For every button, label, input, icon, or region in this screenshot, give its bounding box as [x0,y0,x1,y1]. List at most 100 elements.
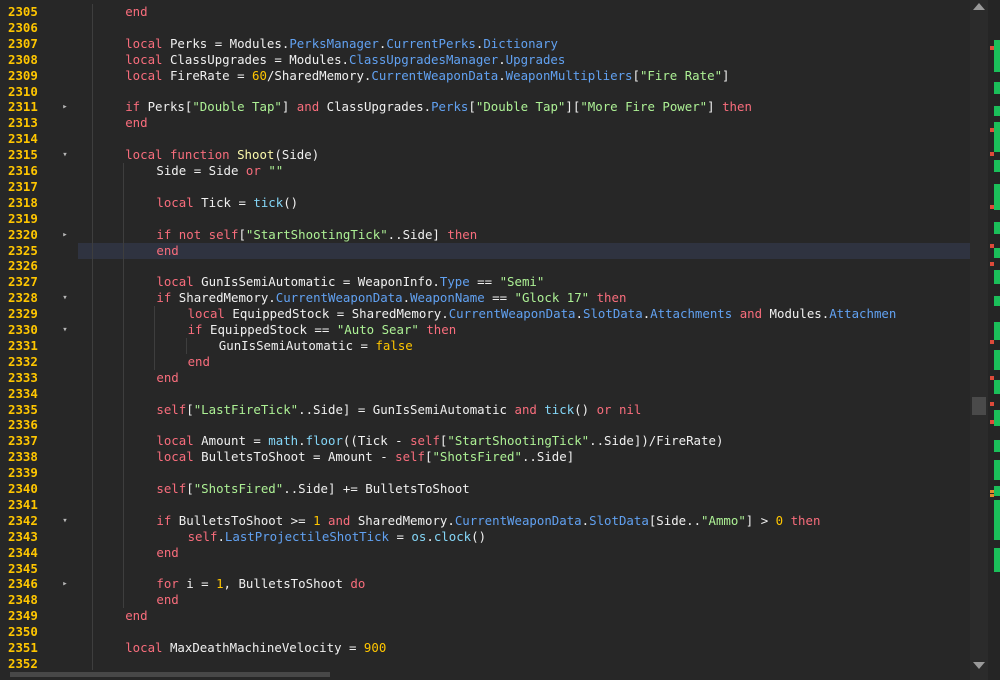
code-line[interactable] [78,497,970,513]
line-number: 2340 [0,481,78,497]
code-line[interactable]: end [78,354,970,370]
code-token: "Double Tap" [192,99,282,115]
fold-expanded-icon[interactable]: ▾ [60,322,70,338]
code-line[interactable]: GunIsSemiAutomatic = false [78,338,970,354]
code-line[interactable]: if not self["StartShootingTick"..Side] t… [78,227,970,243]
code-line[interactable] [78,179,970,195]
minimap-mark [994,248,1000,258]
line-number: 2327 [0,274,78,290]
minimap-mark [994,350,1000,370]
code-line[interactable]: if BulletsToShoot >= 1 and SharedMemory.… [78,513,970,529]
line-number-text: 2334 [8,385,38,401]
script-minimap[interactable] [988,0,1000,680]
minimap-marker [990,490,994,493]
horizontal-scrollbar[interactable] [0,670,970,680]
code-token: [ [632,67,640,83]
code-line[interactable] [78,417,970,433]
scrollbar-thumb[interactable] [972,397,986,415]
code-line[interactable]: end [78,592,970,608]
code-token: ..Side])/FireRate) [589,433,724,449]
line-number-text: 2341 [8,496,38,512]
scroll-down-arrow-icon[interactable] [973,662,985,669]
fold-collapsed-icon[interactable]: ▸ [60,227,70,243]
code-line[interactable]: if SharedMemory.CurrentWeaponData.Weapon… [78,290,970,306]
code-line[interactable]: local BulletsToShoot = Amount - self["Sh… [78,449,970,465]
code-token: if [187,322,210,337]
horizontal-scrollbar-thumb[interactable] [10,672,330,677]
code-line[interactable]: local Tick = tick() [78,195,970,211]
code-line[interactable]: end [78,608,970,624]
code-token: self [395,449,425,465]
line-number-text: 2316 [8,163,38,178]
line-number-text: 2345 [8,560,38,576]
line-number: 2350 [0,624,78,640]
code-line[interactable]: local MaxDeathMachineVelocity = 900 [78,640,970,656]
code-line[interactable]: end [78,4,970,20]
fold-expanded-icon[interactable]: ▾ [60,147,70,163]
line-number-text: 2339 [8,465,38,481]
line-number-text: 2331 [8,337,38,353]
code-token: "More Fire Power" [580,99,708,115]
code-line[interactable]: local ClassUpgrades = Modules.ClassUpgra… [78,52,970,68]
code-line[interactable]: if EquippedStock == "Auto Sear" then [78,322,970,338]
code-line[interactable]: local Perks = Modules.PerksManager.Curre… [78,36,970,52]
line-number-text: 2329 [8,306,38,322]
minimap-marker [990,262,994,266]
code-line[interactable]: end [78,370,970,386]
fold-expanded-icon[interactable]: ▾ [60,513,70,529]
fold-collapsed-icon[interactable]: ▸ [60,576,70,592]
line-number: 2334 [0,386,78,402]
code-line[interactable]: self["LastFireTick"..Side] = GunIsSemiAu… [78,402,970,418]
code-line[interactable] [78,20,970,36]
code-token: ] [707,99,723,115]
code-line[interactable] [78,131,970,147]
code-token: local [187,306,233,322]
code-token: Type [439,274,470,290]
line-number: 2308 [0,52,78,68]
minimap-marker [990,376,994,380]
code-line[interactable]: if Perks["Double Tap"] and ClassUpgrades… [78,99,970,115]
code-line[interactable]: Side = Side or "" [78,163,970,179]
fold-collapsed-icon[interactable]: ▸ [60,99,70,115]
code-token: () [471,528,487,544]
code-line[interactable]: local function Shoot(Side) [78,147,970,163]
code-token: LastProjectileShotTick [224,528,390,544]
code-line[interactable] [78,624,970,640]
line-number-text: 2343 [8,528,38,544]
code-line[interactable]: end [78,115,970,131]
line-number: 2329 [0,306,78,322]
vertical-scrollbar[interactable] [970,0,988,680]
scroll-up-arrow-icon[interactable] [973,3,985,10]
current-code-line[interactable]: end [78,242,970,259]
code-line[interactable]: local FireRate = 60/SharedMemory.Current… [78,68,970,84]
code-token: for [156,576,187,592]
code-line[interactable]: self["ShotsFired"..Side] += BulletsToSho… [78,481,970,497]
code-token: local [125,51,170,67]
code-line[interactable] [78,211,970,227]
code-line[interactable]: for i = 1, BulletsToShoot do [78,576,970,592]
code-token: = [389,528,412,544]
script-editor[interactable]: 2305 2306 2307 2308 2309 2310 2311 ▸ 2313 2314 231… [0,0,1000,680]
code-token: self [410,433,440,449]
code-area[interactable]: end local Perks = Modules.PerksManager.Cu… [78,0,970,680]
code-token: PerksManager [289,35,379,51]
code-line[interactable]: local EquippedStock = SharedMemory.Curre… [78,306,970,322]
code-line[interactable]: self.LastProjectileShotTick = os.clock() [78,529,970,545]
code-token: BulletsToShoot = Amount - [201,449,396,465]
code-line[interactable] [78,386,970,402]
code-line[interactable] [78,465,970,481]
line-number-text: 2306 [8,19,38,35]
code-line[interactable]: local Amount = math.floor((Tick - self["… [78,433,970,449]
code-line[interactable] [78,84,970,100]
fold-expanded-icon[interactable]: ▾ [60,290,70,306]
code-token: clock [433,528,472,544]
line-number-text: 2333 [8,369,38,385]
code-line[interactable] [78,561,970,577]
code-line[interactable] [78,258,970,274]
code-line[interactable]: end [78,545,970,561]
code-line[interactable]: local GunIsSemiAutomatic = WeaponInfo.Ty… [78,274,970,290]
line-number: 2325 [0,243,78,259]
code-token: SharedMemory. [357,512,455,528]
code-token: Shoot [237,147,275,163]
